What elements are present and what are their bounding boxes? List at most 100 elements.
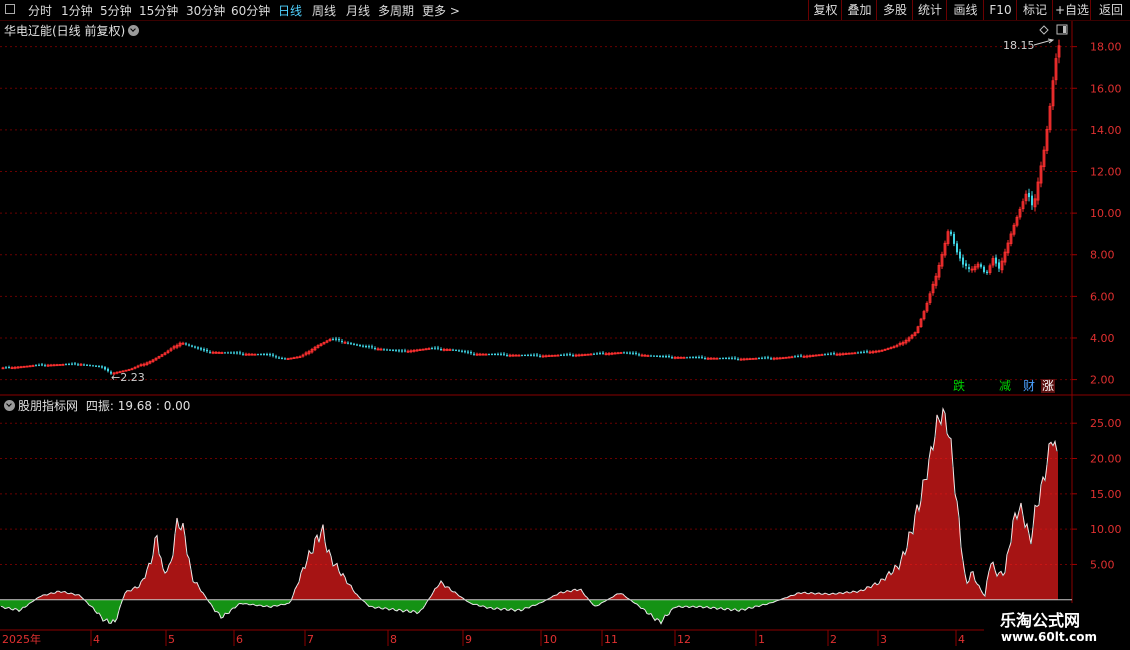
candle-body: [467, 351, 469, 353]
candle-body: [953, 233, 955, 244]
candle-body: [566, 354, 568, 356]
x-tick-label: 7: [307, 633, 314, 646]
candle-body: [737, 358, 739, 360]
x-tick-label: 4: [958, 633, 965, 646]
candle-body: [257, 354, 259, 356]
candle-body: [68, 363, 70, 365]
candle-body: [980, 264, 982, 267]
price-tick-label: 18.00: [1090, 41, 1122, 54]
osc-tick-label: 25.00: [1090, 417, 1122, 430]
x-tick-label: 3: [880, 633, 887, 646]
price-tick-label: 14.00: [1090, 124, 1122, 137]
candle-body: [626, 352, 628, 354]
event-badge-1[interactable]: 减: [998, 379, 1012, 393]
candle-body: [671, 357, 673, 359]
candle-body: [1031, 195, 1033, 206]
candle-body: [230, 352, 232, 354]
candle-body: [473, 353, 475, 355]
candle-body: [65, 364, 67, 366]
candle-body: [506, 354, 508, 356]
candle-body: [434, 347, 436, 349]
candle-body: [284, 358, 286, 360]
candle-body: [983, 266, 985, 272]
candle-body: [629, 352, 631, 354]
candle-body: [38, 364, 40, 366]
candle-body: [524, 355, 526, 357]
candle-body: [437, 347, 439, 349]
candle-body: [461, 350, 463, 352]
candle-body: [656, 355, 658, 357]
candle-body: [959, 251, 961, 259]
kline-chart[interactable]: 18.00 16.00 14.00 12.00 10.00 8.00 6.00 4.00 2.0…: [0, 0, 1130, 650]
price-tick-label: 2.00: [1090, 374, 1115, 387]
candle-body: [335, 338, 337, 340]
candle-body: [761, 357, 763, 359]
event-badge-0[interactable]: 跌: [952, 379, 966, 393]
x-tick-label: 2025年: [2, 632, 41, 646]
candle-body: [5, 367, 7, 369]
candle-body: [659, 355, 661, 357]
event-badge-2[interactable]: 财: [1022, 379, 1036, 393]
candle-body: [203, 349, 205, 351]
candle-body: [731, 357, 733, 359]
candle-body: [278, 357, 280, 359]
x-tick-label: 1: [758, 633, 765, 646]
candle-body: [800, 355, 802, 357]
candle-body: [395, 350, 397, 352]
candle-body: [725, 358, 727, 360]
candle-body: [494, 353, 496, 355]
candle-body: [995, 257, 997, 264]
candle-body: [596, 353, 598, 355]
candle-body: [623, 352, 625, 354]
candle-body: [527, 354, 529, 356]
candle-body: [653, 355, 655, 357]
candle-body: [338, 339, 340, 341]
candle-body: [698, 356, 700, 358]
candle-body: [521, 355, 523, 357]
candle-body: [227, 352, 229, 354]
candle-body: [965, 263, 967, 267]
candle-body: [71, 363, 73, 365]
x-tick-label: 2: [830, 633, 837, 646]
candle-body: [986, 271, 988, 274]
candle-body: [101, 366, 103, 368]
candle-body: [827, 353, 829, 355]
candle-body: [968, 267, 970, 269]
candle-body: [632, 352, 634, 354]
candle-body: [830, 353, 832, 355]
candle-body: [77, 364, 79, 366]
candle-body: [833, 353, 835, 355]
candle-body: [572, 355, 574, 357]
candle-body: [452, 349, 454, 351]
candle-body: [704, 358, 706, 360]
watermark-url: www.60lt.com: [1001, 630, 1098, 644]
candle-body: [665, 356, 667, 358]
candle-body: [194, 346, 196, 348]
candle-body: [866, 351, 868, 353]
x-tick-label: 11: [604, 633, 618, 646]
osc-tick-label: 15.00: [1090, 488, 1122, 501]
candle-body: [362, 345, 364, 347]
candle-body: [599, 353, 601, 355]
candle-body: [563, 354, 565, 356]
osc-tick-label: 5.00: [1090, 558, 1115, 571]
candle-body: [209, 351, 211, 353]
candle-body: [368, 346, 370, 348]
candle-body: [770, 358, 772, 360]
event-badge-3[interactable]: 涨: [1041, 379, 1056, 393]
candle-body: [89, 365, 91, 367]
diamond-icon[interactable]: [1039, 25, 1049, 35]
candle-body: [635, 352, 637, 354]
candle-body: [530, 354, 532, 356]
x-tick-label: 9: [465, 633, 472, 646]
candle-body: [497, 353, 499, 355]
price-tick-label: 6.00: [1090, 290, 1115, 303]
candle-body: [455, 349, 457, 351]
candle-body: [956, 243, 958, 253]
candle-body: [188, 344, 190, 346]
candle-body: [689, 357, 691, 359]
x-tick-label: 12: [677, 633, 691, 646]
price-tick-label: 10.00: [1090, 207, 1122, 220]
candle-body: [383, 349, 385, 351]
candle-body: [350, 343, 352, 345]
